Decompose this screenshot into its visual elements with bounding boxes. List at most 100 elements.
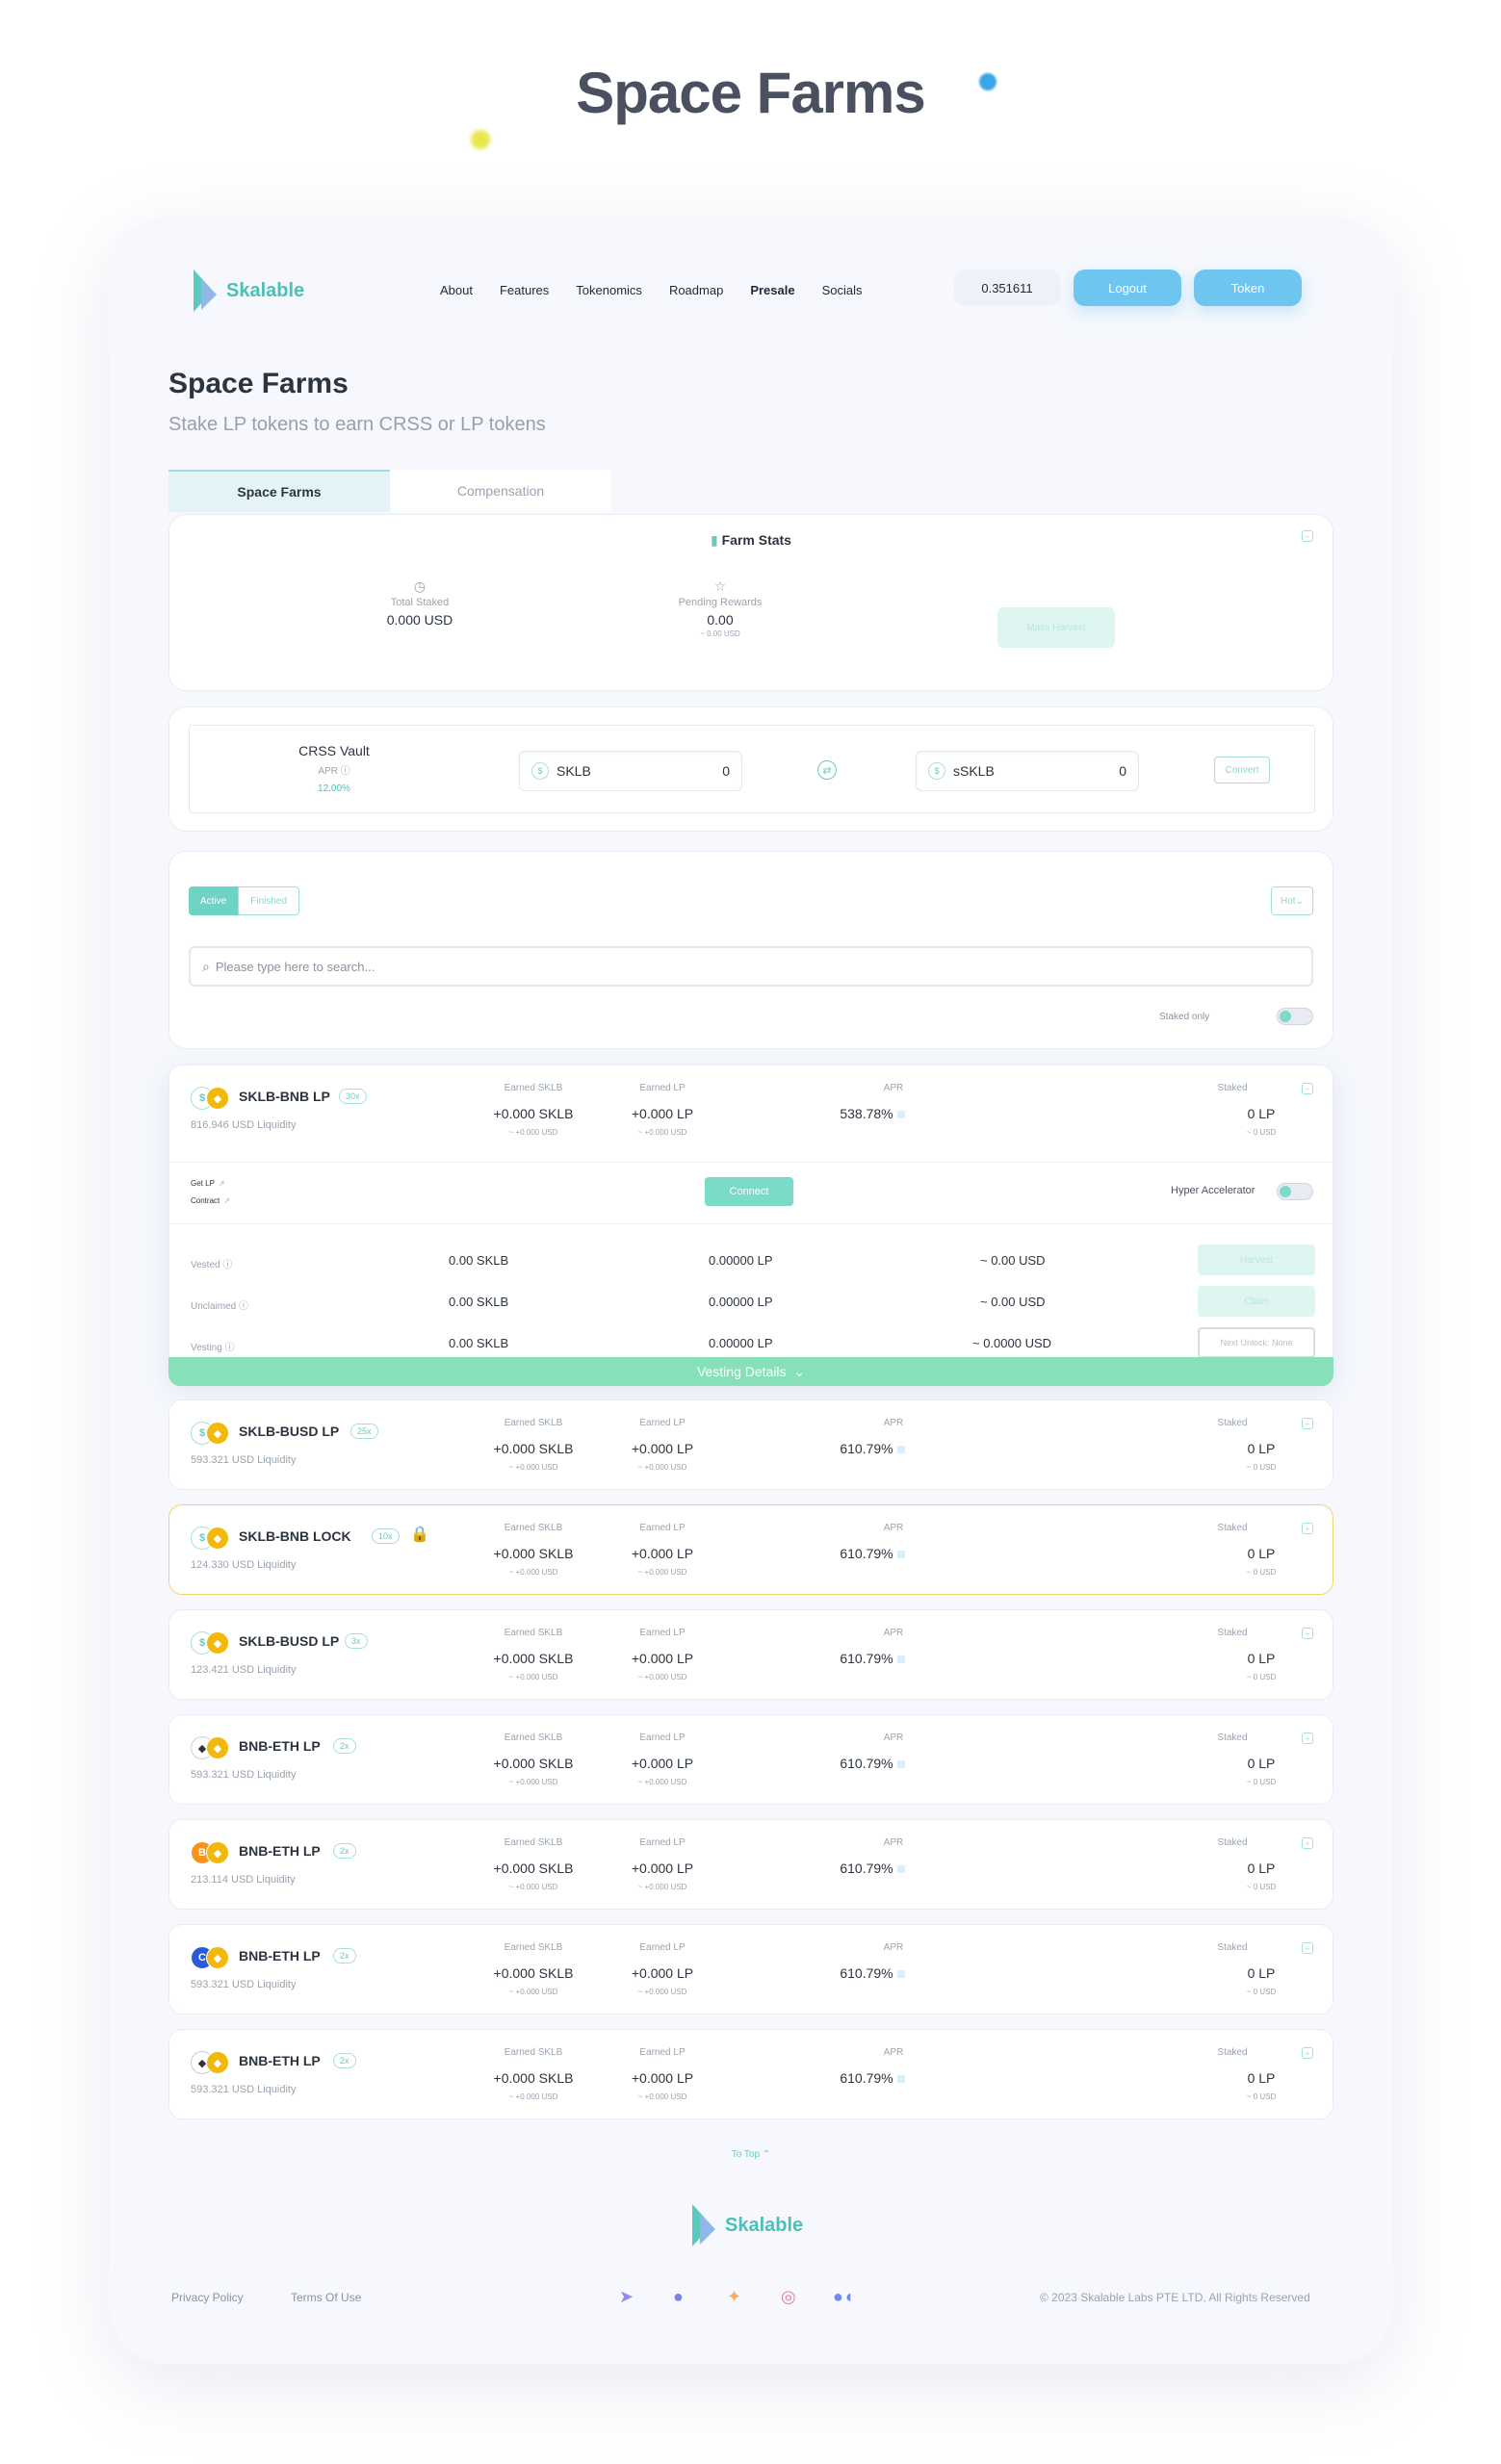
nav-presale[interactable]: Presale [750, 283, 794, 297]
token-button[interactable]: Token [1194, 270, 1302, 306]
earned-lp-usd: ~ +0.000 USD [637, 1988, 687, 1996]
twitter-icon[interactable]: ✦ [727, 2287, 741, 2307]
pair-icons: ◆ ◆ [191, 2051, 231, 2076]
unclaimed-label: Unclaimed ⓘ [191, 1301, 249, 1312]
convert-button[interactable]: Convert [1214, 757, 1270, 783]
privacy-policy-link[interactable]: Privacy Policy [171, 2291, 244, 2304]
external-link-icon: ↗ [223, 1196, 230, 1205]
to-top-link[interactable]: To Top ⌃ [109, 2149, 1393, 2160]
apr-value: 610.79% [815, 1861, 930, 1876]
bnb-coin-icon: ◆ [206, 2051, 229, 2074]
info-icon: ⓘ [224, 1343, 235, 1353]
earned-sklb-usd: ~ +0.000 USD [508, 1778, 558, 1786]
earned-lp-value: +0.000 LP [631, 1106, 694, 1121]
staked-value: 0 LP [1247, 1861, 1276, 1876]
expand-icon[interactable]: + [1302, 1418, 1313, 1429]
col-header-earned-sklb: Earned SKLB [504, 1628, 563, 1638]
finished-filter-button[interactable]: Finished [238, 886, 300, 915]
apr-value: 610.79% [815, 1965, 930, 1981]
farm-name: SKLB-BNB LOCK [239, 1528, 351, 1544]
collapse-icon[interactable]: − [1302, 1083, 1313, 1094]
contract-link[interactable]: Contract ↗ [191, 1196, 230, 1205]
earned-sklb-value: +0.000 SKLB [493, 1756, 574, 1771]
bnb-coin-icon: ◆ [206, 1736, 229, 1759]
sklb-amount-input[interactable]: $ SKLB 0 [519, 751, 742, 791]
farm-name: BNB-ETH LP [239, 1843, 321, 1859]
terms-of-use-link[interactable]: Terms Of Use [291, 2291, 361, 2304]
earned-sklb-value: +0.000 SKLB [493, 1106, 574, 1121]
col-header-earned-sklb: Earned SKLB [504, 2047, 563, 2058]
info-icon: ⓘ [340, 766, 350, 777]
multiplier-badge: 2x [333, 2053, 356, 2068]
earned-lp-usd: ~ +0.000 USD [637, 1883, 687, 1891]
ssklb-amount-input[interactable]: $ sSKLB 0 [916, 751, 1139, 791]
dollar-coin-icon: $ [928, 762, 945, 780]
earned-sklb-value: +0.000 SKLB [493, 1651, 574, 1666]
instagram-icon[interactable]: ◎ [781, 2287, 796, 2307]
footer-logo[interactable]: Skalable [692, 2204, 803, 2246]
earned-lp-value: +0.000 LP [631, 1965, 694, 1981]
pair-icons: B ◆ [191, 1841, 231, 1866]
brand-logo[interactable]: Skalable [194, 270, 304, 312]
hyper-accelerator-toggle[interactable] [1277, 1183, 1313, 1200]
farm-row[interactable]: $ ◆ SKLB-BNB LOCK 10x 🔒 124.330 USD Liquidity… [168, 1504, 1333, 1595]
expand-icon[interactable]: + [1302, 1523, 1313, 1534]
nav-about[interactable]: About [440, 283, 473, 297]
active-filter-button[interactable]: Active [189, 886, 239, 915]
nav-features[interactable]: Features [500, 283, 549, 297]
apr-value: 610.79% [815, 1756, 930, 1771]
collapse-icon[interactable]: − [1302, 530, 1313, 542]
apr-value: 610.79% [815, 1441, 930, 1456]
bnb-coin-icon: ◆ [206, 1841, 229, 1864]
nav-socials[interactable]: Socials [822, 283, 863, 297]
pair-icons: $ ◆ [191, 1422, 231, 1447]
get-lp-link[interactable]: Get LP ↗ [191, 1179, 225, 1188]
staked-only-toggle[interactable] [1277, 1008, 1313, 1025]
telegram-icon[interactable]: ➤ [619, 2287, 634, 2307]
connect-button[interactable]: Connect [705, 1177, 793, 1206]
pair-icons: $ ◆ [191, 1527, 231, 1552]
medium-icon[interactable]: ●◖ [833, 2287, 854, 2307]
farm-liquidity: 213.114 USD Liquidity [191, 1874, 296, 1886]
expand-icon[interactable]: + [1302, 1732, 1313, 1744]
earned-sklb-usd: ~ +0.000 USD [508, 1988, 558, 1996]
discord-icon[interactable]: ● [673, 2287, 684, 2307]
apr-value: 610.79% [815, 2070, 930, 2086]
farm-row[interactable]: $ ◆ SKLB-BUSD LP 3x 123.421 USD Liquidity Ear… [168, 1609, 1333, 1700]
expand-icon[interactable]: + [1302, 1628, 1313, 1639]
decorative-yellow-dot [471, 130, 490, 149]
farm-liquidity: 593.321 USD Liquidity [191, 1979, 297, 1990]
next-unlock-button[interactable]: Next Unlock: None [1198, 1327, 1315, 1358]
farm-row[interactable]: B ◆ BNB-ETH LP 2x 213.114 USD Liquidity Earne… [168, 1819, 1333, 1910]
vault-apr-label: APR ⓘ [318, 766, 350, 777]
expand-icon[interactable]: + [1302, 2047, 1313, 2059]
tab-space-farms[interactable]: Space Farms [168, 470, 390, 512]
swap-icon[interactable]: ⇄ [817, 760, 837, 780]
vault-inner: CRSS Vault APR ⓘ 12.00% $ SKLB 0 ⇄ $ sSK… [189, 725, 1315, 813]
pair-icons: $ ◆ [191, 1631, 231, 1656]
expand-icon[interactable]: + [1302, 1942, 1313, 1954]
farm-row[interactable]: ◆ ◆ BNB-ETH LP 2x 593.321 USD Liquidity Earne… [168, 1714, 1333, 1805]
claim-button[interactable]: Claim [1198, 1286, 1315, 1317]
farm-row[interactable]: C ◆ BNB-ETH LP 2x 593.321 USD Liquidity Earne… [168, 1924, 1333, 2015]
nav-tokenomics[interactable]: Tokenomics [576, 283, 642, 297]
sort-dropdown[interactable]: Hot ⌄ [1271, 886, 1313, 915]
tab-compensation[interactable]: Compensation [390, 470, 611, 512]
farm-row[interactable]: $ ◆ SKLB-BUSD LP 25x 593.321 USD Liquidity Ea… [168, 1399, 1333, 1490]
divider [169, 1223, 1333, 1224]
farm-row[interactable]: ◆ ◆ BNB-ETH LP 2x 593.321 USD Liquidity Earne… [168, 2029, 1333, 2119]
logout-button[interactable]: Logout [1074, 270, 1181, 306]
search-input[interactable]: ⌕ Please type here to search... [189, 946, 1313, 987]
calculator-icon [896, 1446, 905, 1454]
lock-icon: 🔒 [410, 1527, 429, 1543]
earned-lp-usd: ~ +0.000 USD [637, 1128, 687, 1137]
earned-lp-value: +0.000 LP [631, 1861, 694, 1876]
calculator-icon [896, 2075, 905, 2084]
harvest-button[interactable]: Harvest [1198, 1245, 1315, 1275]
vesting-lp: 0.00000 LP [709, 1336, 773, 1350]
nav-roadmap[interactable]: Roadmap [669, 283, 723, 297]
col-header-earned-sklb: Earned SKLB [504, 1732, 563, 1743]
mass-harvest-button[interactable]: Mass Harvest [997, 607, 1115, 648]
expand-icon[interactable]: + [1302, 1837, 1313, 1849]
vesting-details-toggle[interactable]: Vesting Details ⌄ [168, 1357, 1333, 1386]
